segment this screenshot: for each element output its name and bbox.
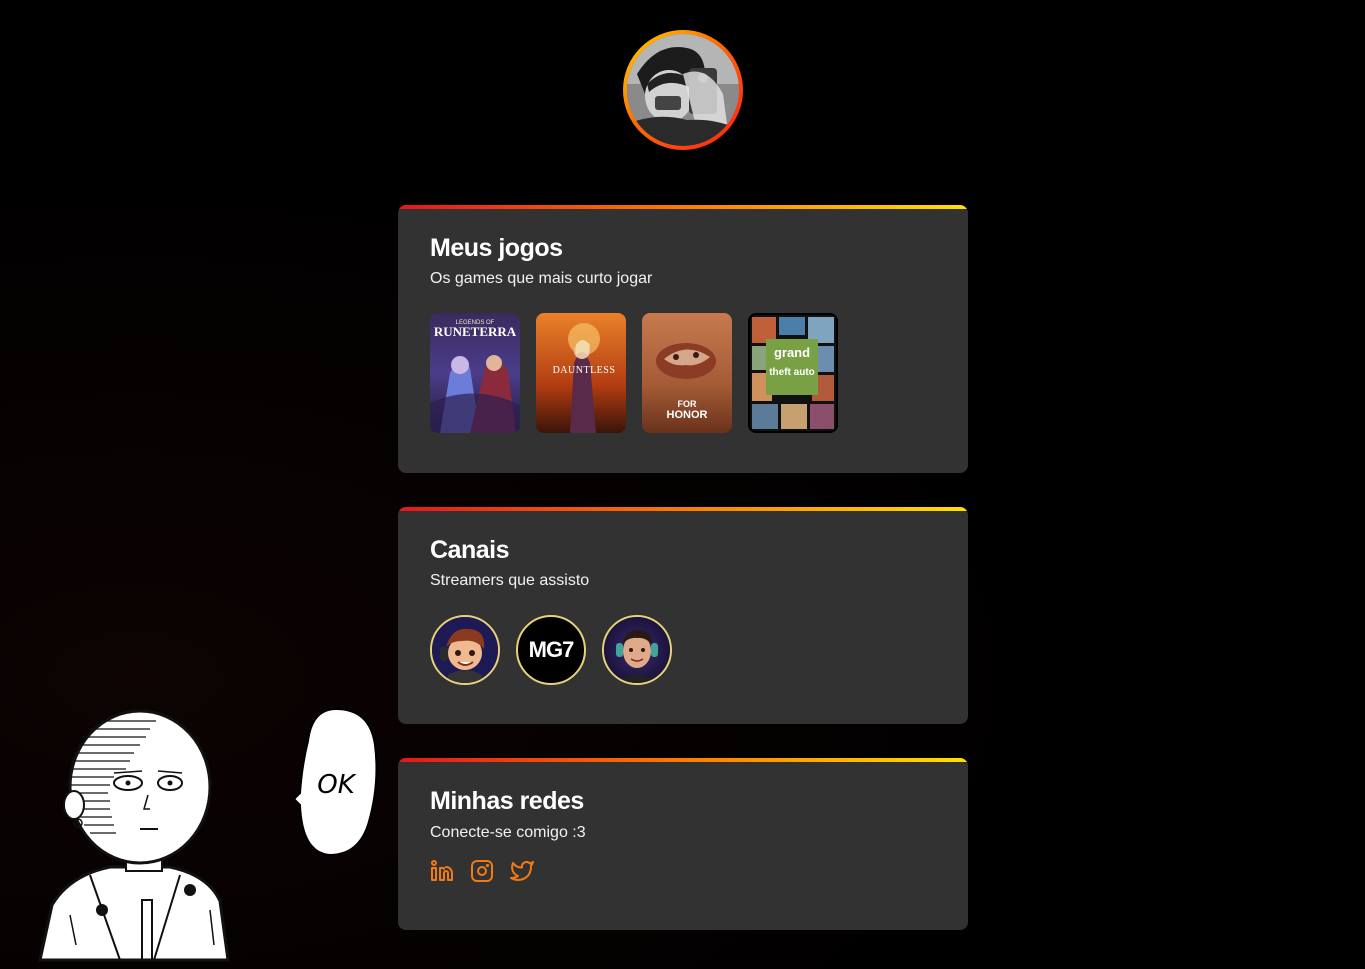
dauntless-cover-text: DAUNTLESS [553,365,616,376]
channels-card: Canais Streamers que assisto MG7 [398,507,968,724]
streamers-list: MG7 [430,615,936,685]
streamer-avatar-mg7[interactable]: MG7 [516,615,586,685]
speech-text: OK [317,770,356,800]
games-card: Meus jogos Os games que mais curto jogar [398,205,968,473]
social-card: Minhas redes Conecte-se comigo :3 [398,758,968,930]
social-links [430,859,936,883]
forhonor-cover-text-2: HONOR [667,409,708,421]
games-list: LEGENDS OF RUNETERRA DAUNTLESS FOR HONOR… [430,313,936,433]
profile-photo [627,34,739,146]
streamer-avatar-cartoon[interactable] [430,615,500,685]
page: Meus jogos Os games que mais curto jogar [0,0,1365,969]
instagram-icon[interactable] [470,859,494,883]
twitter-icon[interactable] [510,859,534,883]
forhonor-cover-text-1: FOR [678,399,697,409]
gta-cover-text-1: grand [774,345,810,360]
games-card-subtitle: Os games que mais curto jogar [430,270,653,287]
runeterra-cover-text-2: RUNETERRA [434,324,517,339]
game-cover-forhonor[interactable]: FOR HONOR [642,313,732,433]
channels-card-subtitle: Streamers que assisto [430,572,590,589]
game-cover-dauntless[interactable]: DAUNTLESS [536,313,626,433]
linkedin-icon[interactable] [430,859,454,883]
games-card-title: Meus jogos [430,234,563,262]
social-card-subtitle: Conecte-se comigo :3 [430,824,586,841]
game-cover-runeterra[interactable]: LEGENDS OF RUNETERRA [430,313,520,433]
mascot-illustration: OK [30,705,390,965]
profile-avatar [623,30,743,150]
mg7-label: MG7 [528,637,575,662]
gta-cover-text-2: theft auto [769,367,815,378]
streamer-avatar-photo[interactable] [602,615,672,685]
social-card-title: Minhas redes [430,787,584,815]
game-cover-gta[interactable]: grand theft auto [748,313,838,433]
channels-card-title: Canais [430,536,509,564]
